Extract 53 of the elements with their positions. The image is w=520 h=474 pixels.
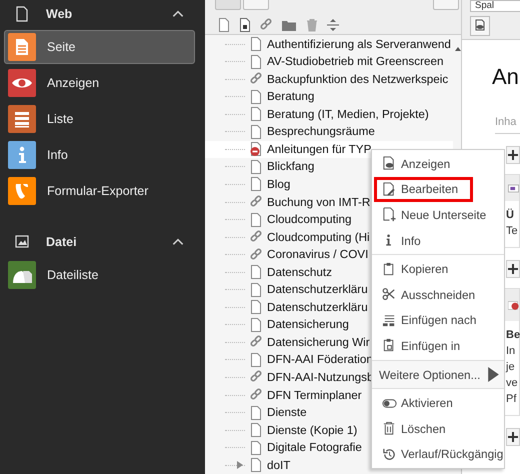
tree-item[interactable]: Datenschutzerkläru — [267, 283, 368, 296]
tree-item[interactable]: Backupfunktion des Netzwerkspeic — [267, 72, 448, 86]
content-text: In — [506, 344, 516, 359]
sidebar-group-title: Web — [46, 7, 74, 21]
sidebar-item[interactable]: Info — [4, 138, 195, 172]
tree-item[interactable]: Authentifizierung als Serveranwend — [267, 38, 451, 51]
menu-item[interactable]: Info — [374, 228, 502, 254]
menu-item[interactable]: Kopieren — [374, 256, 502, 282]
tree-item[interactable]: Buchung von IMT-R — [267, 196, 370, 209]
tree-item[interactable]: DFN Terminplaner — [267, 388, 362, 402]
menu-item[interactable]: Einfügen nach — [374, 308, 502, 334]
content-text: je — [506, 360, 516, 375]
tree-item[interactable]: Datensicherung — [267, 318, 349, 332]
tree-item[interactable]: Besprechungsräume — [267, 125, 375, 138]
tree-item[interactable]: Cloudcomputing (Hi — [267, 230, 370, 244]
menu-item[interactable]: Ausschneiden — [374, 282, 502, 308]
content-text: ve — [506, 376, 519, 391]
tree-item[interactable]: DFN-AAI Föderation — [267, 353, 373, 366]
tree-item[interactable]: Datenschutzerkläru — [267, 300, 368, 314]
menu-item[interactable]: Aktivieren — [374, 390, 502, 416]
tree-item[interactable]: AV-Studiobetrieb mit Greenscreen — [267, 55, 444, 68]
tree-item[interactable]: Cloudcomputing — [267, 213, 352, 226]
tree-item[interactable]: Dienste — [267, 406, 307, 420]
menu-item[interactable]: Anzeigen — [374, 151, 502, 177]
tree-item[interactable]: Blog — [267, 178, 290, 191]
tree-item[interactable]: Datensicherung Wir — [267, 336, 370, 349]
page-title: An — [492, 64, 520, 90]
tree-item[interactable]: Digitale Fotografie — [267, 441, 362, 454]
column-select[interactable]: Spal — [470, 0, 520, 12]
sidebar-group-title: Datei — [46, 235, 78, 249]
tree-item[interactable]: Blickfang — [267, 160, 314, 174]
tree-item[interactable]: Dienste (Kopie 1) — [267, 424, 358, 437]
tree-item[interactable]: Beratung (IT, Medien, Projekte) — [267, 108, 429, 121]
content-text: Te — [506, 224, 519, 239]
menu-item[interactable]: Einfügen in — [374, 333, 502, 359]
content-text: Pf — [506, 392, 518, 407]
content-heading: Ü — [506, 208, 515, 223]
sidebar-item[interactable]: Anzeigen — [4, 66, 195, 100]
tree-item[interactable]: Beratung — [267, 90, 314, 104]
sidebar-item[interactable]: Liste — [4, 102, 195, 136]
tree-item[interactable]: Datenschutz — [267, 266, 332, 279]
sidebar-item[interactable]: Seite — [4, 30, 195, 64]
menu-item[interactable]: Löschen — [374, 416, 502, 442]
tree-item[interactable]: Coronavirus / COVI — [267, 248, 368, 262]
menu-item[interactable]: Weitere Optionen... — [374, 362, 502, 388]
tree-item[interactable]: DFN-AAI-Nutzungsb — [267, 370, 374, 384]
content-heading: Be — [506, 328, 519, 343]
sidebar-item[interactable]: Formular-Exporter — [4, 174, 195, 208]
tree-item[interactable]: doIT — [267, 458, 290, 472]
menu-item[interactable]: Verlauf/Rückgängig — [374, 442, 502, 468]
menu-item[interactable]: Neue Unterseite — [374, 202, 502, 228]
menu-item[interactable]: Bearbeiten — [374, 176, 473, 202]
sidebar-item[interactable]: Dateiliste — [4, 258, 195, 292]
